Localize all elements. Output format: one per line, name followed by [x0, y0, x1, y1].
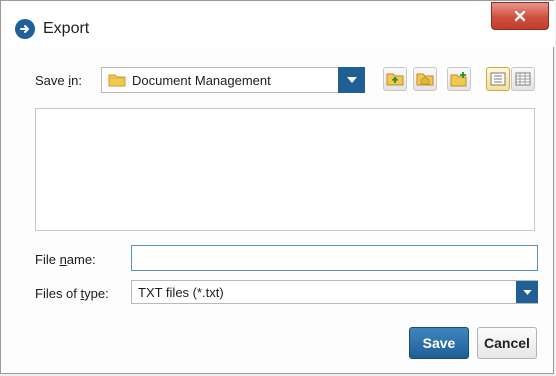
save-in-label: Save in: [35, 73, 82, 88]
arrow-right-circle-icon [15, 19, 35, 39]
save-button[interactable]: Save [409, 327, 469, 359]
file-type-label: Files of type: [35, 286, 109, 301]
details-view-button[interactable] [511, 67, 535, 91]
list-view-icon [490, 72, 506, 86]
up-one-level-button[interactable] [383, 67, 407, 91]
new-folder-button[interactable] [447, 67, 471, 91]
file-type-dropdown-button[interactable] [516, 281, 538, 303]
home-folder-button[interactable] [413, 67, 437, 91]
file-list[interactable] [35, 108, 535, 231]
list-view-button[interactable] [486, 67, 510, 91]
title-bar: Export [1, 1, 555, 47]
new-folder-icon [450, 72, 467, 87]
home-folder-icon [416, 73, 434, 86]
chevron-down-icon [346, 77, 357, 83]
close-button[interactable] [491, 2, 549, 30]
file-name-input[interactable] [131, 245, 538, 271]
up-one-level-icon [386, 73, 404, 86]
cancel-button[interactable]: Cancel [477, 327, 537, 359]
chevron-down-icon [522, 289, 532, 295]
save-in-dropdown-button[interactable] [338, 67, 365, 93]
close-x-icon [514, 10, 526, 22]
folder-icon [108, 74, 126, 87]
window-title: Export [43, 20, 90, 37]
file-type-dropdown[interactable]: TXT files (*.txt) [131, 280, 538, 304]
export-dialog: Export Save in: Document Management File… [0, 0, 555, 374]
file-type-value: TXT files (*.txt) [138, 285, 224, 300]
details-view-icon [515, 72, 531, 86]
save-in-value: Document Management [132, 73, 271, 88]
save-in-dropdown[interactable]: Document Management [101, 67, 365, 93]
file-name-label: File name: [35, 252, 96, 267]
